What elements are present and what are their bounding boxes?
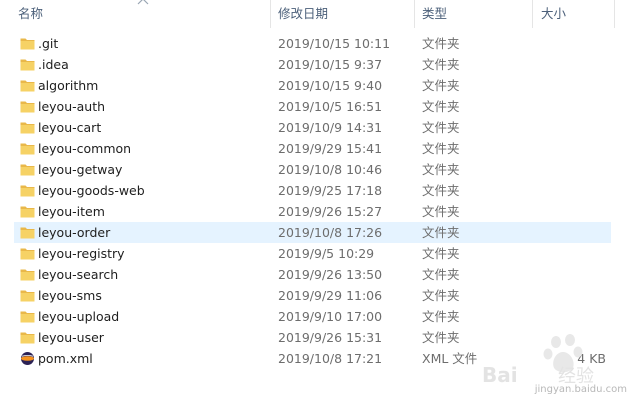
folder-icon bbox=[20, 246, 35, 261]
file-date: 2019/9/10 17:00 bbox=[278, 309, 383, 324]
file-type: 文件夹 bbox=[422, 288, 460, 303]
column-header: 名称 修改日期 类型 大小 bbox=[0, 0, 635, 28]
column-divider[interactable] bbox=[270, 0, 271, 28]
file-type: 文件夹 bbox=[422, 183, 460, 198]
file-date: 2019/10/8 17:21 bbox=[278, 351, 383, 366]
file-type: 文件夹 bbox=[422, 246, 460, 261]
file-name: leyou-item bbox=[38, 204, 105, 219]
file-name: leyou-getway bbox=[38, 162, 123, 177]
file-row[interactable]: leyou-sms 2019/9/29 11:06 文件夹 bbox=[14, 285, 611, 306]
column-type[interactable]: 类型 bbox=[422, 0, 447, 28]
file-row[interactable]: leyou-item 2019/9/26 15:27 文件夹 bbox=[14, 201, 611, 222]
file-size: 4 KB bbox=[577, 351, 606, 366]
file-row[interactable]: .idea 2019/10/15 9:37 文件夹 bbox=[14, 54, 611, 75]
folder-icon bbox=[20, 309, 35, 324]
file-date: 2019/10/15 9:37 bbox=[278, 57, 383, 72]
file-date: 2019/10/8 10:46 bbox=[278, 162, 383, 177]
file-type: 文件夹 bbox=[422, 162, 460, 177]
xml-file-icon bbox=[20, 351, 35, 366]
file-name: leyou-search bbox=[38, 267, 119, 282]
file-type: 文件夹 bbox=[422, 120, 460, 135]
folder-icon bbox=[20, 204, 35, 219]
watermark-url: jingyan.baidu.com bbox=[534, 384, 627, 395]
file-type: XML 文件 bbox=[422, 351, 478, 366]
file-type: 文件夹 bbox=[422, 141, 460, 156]
file-type: 文件夹 bbox=[422, 99, 460, 114]
folder-icon bbox=[20, 183, 35, 198]
file-name: leyou-goods-web bbox=[38, 183, 145, 198]
folder-icon bbox=[20, 162, 35, 177]
file-row[interactable]: leyou-upload 2019/9/10 17:00 文件夹 bbox=[14, 306, 611, 327]
file-row[interactable]: leyou-goods-web 2019/9/25 17:18 文件夹 bbox=[14, 180, 611, 201]
file-row[interactable]: .git 2019/10/15 10:11 文件夹 bbox=[14, 33, 611, 54]
file-name: leyou-auth bbox=[38, 99, 106, 114]
file-type: 文件夹 bbox=[422, 36, 460, 51]
folder-icon bbox=[20, 78, 35, 93]
file-type: 文件夹 bbox=[422, 309, 460, 324]
file-date: 2019/10/5 16:51 bbox=[278, 99, 383, 114]
file-date: 2019/9/29 15:41 bbox=[278, 141, 383, 156]
folder-icon bbox=[20, 57, 35, 72]
file-row[interactable]: leyou-search 2019/9/26 13:50 文件夹 bbox=[14, 264, 611, 285]
file-type: 文件夹 bbox=[422, 57, 460, 72]
file-name: .git bbox=[38, 36, 59, 51]
file-date: 2019/9/26 15:31 bbox=[278, 330, 383, 345]
file-date: 2019/9/26 15:27 bbox=[278, 204, 383, 219]
file-name: pom.xml bbox=[38, 351, 93, 366]
file-type: 文件夹 bbox=[422, 267, 460, 282]
file-date: 2019/9/25 17:18 bbox=[278, 183, 383, 198]
column-divider[interactable] bbox=[532, 0, 533, 28]
folder-icon bbox=[20, 36, 35, 51]
sort-ascending-icon bbox=[137, 0, 149, 5]
file-name: leyou-order bbox=[38, 225, 111, 240]
file-type: 文件夹 bbox=[422, 330, 460, 345]
file-name: algorithm bbox=[38, 78, 99, 93]
folder-icon bbox=[20, 225, 35, 240]
file-row[interactable]: leyou-registry 2019/9/5 10:29 文件夹 bbox=[14, 243, 611, 264]
file-date: 2019/10/9 14:31 bbox=[278, 120, 383, 135]
folder-icon bbox=[20, 330, 35, 345]
folder-icon bbox=[20, 120, 35, 135]
file-row[interactable]: leyou-common 2019/9/29 15:41 文件夹 bbox=[14, 138, 611, 159]
column-size[interactable]: 大小 bbox=[541, 0, 566, 28]
file-date: 2019/9/5 10:29 bbox=[278, 246, 375, 261]
file-name: leyou-sms bbox=[38, 288, 102, 303]
folder-icon bbox=[20, 141, 35, 156]
file-date: 2019/10/15 10:11 bbox=[278, 36, 391, 51]
folder-icon bbox=[20, 99, 35, 114]
folder-icon bbox=[20, 288, 35, 303]
file-name: .idea bbox=[38, 57, 69, 72]
file-row[interactable]: algorithm 2019/10/15 9:40 文件夹 bbox=[14, 75, 611, 96]
column-divider[interactable] bbox=[614, 0, 615, 28]
column-date[interactable]: 修改日期 bbox=[278, 0, 328, 28]
file-row[interactable]: leyou-order 2019/10/8 17:26 文件夹 bbox=[14, 222, 611, 243]
file-row[interactable]: leyou-getway 2019/10/8 10:46 文件夹 bbox=[14, 159, 611, 180]
file-type: 文件夹 bbox=[422, 204, 460, 219]
file-name: leyou-upload bbox=[38, 309, 120, 324]
column-divider[interactable] bbox=[414, 0, 415, 28]
file-name: leyou-common bbox=[38, 141, 132, 156]
folder-icon bbox=[20, 267, 35, 282]
file-date: 2019/9/26 13:50 bbox=[278, 267, 383, 282]
file-name: leyou-cart bbox=[38, 120, 102, 135]
file-name: leyou-user bbox=[38, 330, 104, 345]
file-row[interactable]: leyou-cart 2019/10/9 14:31 文件夹 bbox=[14, 117, 611, 138]
file-date: 2019/9/29 11:06 bbox=[278, 288, 383, 303]
file-date: 2019/10/8 17:26 bbox=[278, 225, 383, 240]
file-row[interactable]: leyou-user 2019/9/26 15:31 文件夹 bbox=[14, 327, 611, 348]
file-row[interactable]: leyou-auth 2019/10/5 16:51 文件夹 bbox=[14, 96, 611, 117]
file-type: 文件夹 bbox=[422, 78, 460, 93]
file-row[interactable]: pom.xml 2019/10/8 17:21 XML 文件 4 KB bbox=[14, 348, 611, 369]
column-name[interactable]: 名称 bbox=[18, 0, 43, 28]
file-name: leyou-registry bbox=[38, 246, 125, 261]
file-date: 2019/10/15 9:40 bbox=[278, 78, 383, 93]
file-type: 文件夹 bbox=[422, 225, 460, 240]
